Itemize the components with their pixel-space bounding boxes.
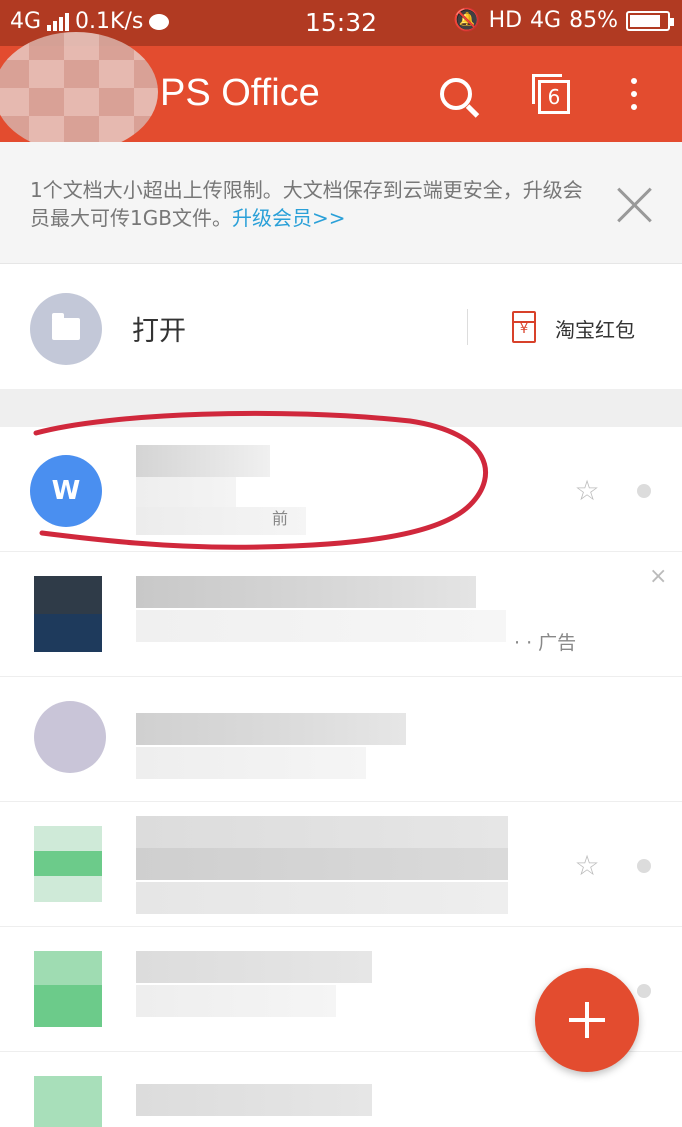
- hd-label: HD: [488, 8, 523, 33]
- file-name-blurred: [136, 816, 508, 848]
- file-name-blurred: [136, 951, 372, 983]
- file-meta-blurred: [136, 882, 508, 914]
- search-icon: [440, 78, 472, 110]
- file-row[interactable]: [0, 677, 682, 802]
- divider: [467, 309, 468, 345]
- upgrade-member-link[interactable]: 升级会员>>: [232, 206, 346, 230]
- battery-percent: 85%: [569, 8, 618, 33]
- sheet-thumbnail: [34, 951, 102, 1027]
- status-dot: [637, 484, 651, 498]
- upload-limit-notice: 1个文档大小超出上传限制。大文档保存到云端更安全，升级会员最大可传1GB文件。升…: [0, 142, 682, 264]
- user-avatar[interactable]: [0, 32, 158, 152]
- open-button[interactable]: [30, 293, 102, 365]
- battery-fill: [630, 14, 660, 27]
- taobao-red-packet-label[interactable]: 淘宝红包: [555, 314, 635, 343]
- status-right: 🔕 HD 4G 85%: [453, 8, 674, 33]
- file-name-blurred: [136, 445, 270, 477]
- file-name-blurred: [136, 713, 406, 745]
- file-row[interactable]: ☆: [0, 802, 682, 927]
- open-label[interactable]: 打开: [132, 309, 186, 348]
- tabs-icon: 6: [532, 74, 570, 114]
- file-name-blurred: [136, 848, 508, 880]
- sheet-thumbnail: [34, 1076, 102, 1127]
- close-ad-icon[interactable]: ×: [649, 564, 667, 589]
- battery-icon: [626, 10, 674, 31]
- ad-title-blurred: [136, 576, 476, 608]
- mute-icon: 🔕: [453, 8, 481, 33]
- sheet-thumbnail: [34, 826, 102, 902]
- tab-count: 6: [538, 80, 570, 114]
- file-name-blurred: [136, 477, 236, 509]
- file-name-blurred: [136, 1084, 372, 1116]
- file-meta-blurred: [136, 747, 366, 779]
- search-button[interactable]: [430, 68, 482, 120]
- tabs-button[interactable]: 6: [525, 68, 577, 120]
- star-icon[interactable]: ☆: [572, 476, 602, 506]
- star-icon[interactable]: ☆: [572, 851, 602, 881]
- file-row[interactable]: W 前 ☆: [0, 427, 682, 552]
- ad-thumbnail: [34, 576, 102, 652]
- close-icon[interactable]: [610, 180, 660, 230]
- app-bar: PS Office 6: [0, 32, 682, 152]
- more-options-button[interactable]: [608, 68, 660, 120]
- more-vert-icon: [631, 78, 637, 110]
- file-meta-blurred: [136, 985, 336, 1017]
- ad-row[interactable]: × · · 广告: [0, 552, 682, 677]
- ad-label: · · 广告: [514, 632, 577, 654]
- open-row: 打开 淘宝红包: [0, 265, 682, 389]
- add-document-button[interactable]: [535, 968, 639, 1072]
- status-dot: [637, 859, 651, 873]
- ad-text-blurred: [136, 610, 506, 642]
- red-packet-icon[interactable]: [512, 311, 536, 343]
- notice-text: 1个文档大小超出上传限制。大文档保存到云端更安全，升级会员最大可传1GB文件。升…: [30, 176, 590, 232]
- folder-icon: [52, 313, 80, 340]
- file-meta: 前: [272, 509, 289, 528]
- file-icon-blurred: [34, 701, 106, 773]
- net-type-label: 4G: [530, 8, 562, 33]
- word-doc-icon: W: [30, 455, 102, 527]
- section-separator: [0, 389, 682, 427]
- app-title: PS Office: [160, 72, 320, 114]
- status-dot: [637, 984, 651, 998]
